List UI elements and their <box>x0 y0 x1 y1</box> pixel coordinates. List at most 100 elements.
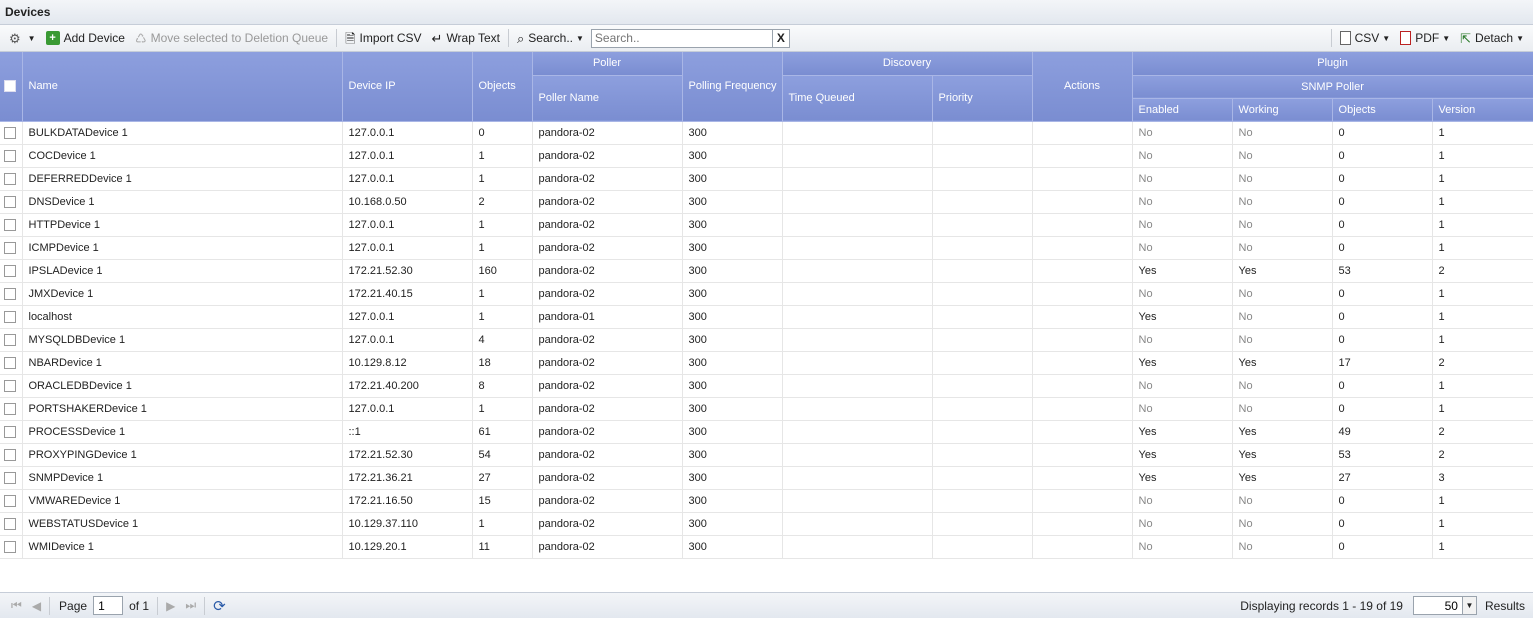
cell-name: DNSDevice 1 <box>22 190 343 214</box>
cell-enabled: No <box>1132 167 1233 191</box>
table-row[interactable]: JMXDevice 1 172.21.40.15 1 pandora-02 300 No N… <box>0 282 1533 306</box>
row-checkbox[interactable] <box>4 448 16 461</box>
page-number-input[interactable] <box>93 596 124 615</box>
row-checkbox[interactable] <box>4 333 16 346</box>
cell-enabled: Yes <box>1132 351 1233 375</box>
row-checkbox[interactable] <box>4 310 16 323</box>
column-header-name[interactable]: Name <box>22 52 343 122</box>
cell-poller-name: pandora-02 <box>532 167 683 191</box>
table-row[interactable]: WMIDevice 1 10.129.20.1 11 pandora-02 300 No N… <box>0 535 1533 559</box>
row-checkbox[interactable] <box>4 379 16 392</box>
column-header-actions[interactable]: Actions <box>1032 52 1133 122</box>
column-header-priority[interactable]: Priority <box>932 75 1033 122</box>
wrap-text-button[interactable]: ↵ Wrap Text <box>427 27 505 49</box>
row-checkbox[interactable] <box>4 287 16 300</box>
cell-plugin-objects: 0 <box>1332 282 1433 306</box>
cell-version: 2 <box>1432 420 1533 444</box>
column-header-plugin-objects[interactable]: Objects <box>1332 98 1433 122</box>
column-header-poller-name[interactable]: Poller Name <box>532 75 683 122</box>
cell-enabled: No <box>1132 213 1233 237</box>
cell-polling-frequency: 300 <box>682 213 783 237</box>
table-row[interactable]: ICMPDevice 1 127.0.0.1 1 pandora-02 300 No No 0… <box>0 236 1533 260</box>
last-page-icon[interactable]: ⏭ <box>180 598 201 613</box>
table-row[interactable]: DNSDevice 1 10.168.0.50 2 pandora-02 300 No No… <box>0 190 1533 214</box>
table-row[interactable]: BULKDATADevice 1 127.0.0.1 0 pandora-02 300 N… <box>0 121 1533 145</box>
table-row[interactable]: MYSQLDBDevice 1 127.0.0.1 4 pandora-02 300 No… <box>0 328 1533 352</box>
cell-poller-name: pandora-02 <box>532 489 683 513</box>
cell-enabled: Yes <box>1132 466 1233 490</box>
chevron-down-icon[interactable]: ▼ <box>1462 596 1477 615</box>
cell-priority <box>932 397 1033 421</box>
table-row[interactable]: VMWAREDevice 1 172.21.16.50 15 pandora-02 30… <box>0 489 1533 513</box>
page-size-input[interactable] <box>1412 596 1463 615</box>
first-page-icon[interactable]: ⏮ <box>6 598 27 613</box>
move-to-deletion-queue-button[interactable]: ♺ Move selected to Deletion Queue <box>130 27 333 49</box>
cell-device-ip: 127.0.0.1 <box>342 213 473 237</box>
column-header-polling-frequency[interactable]: Polling Frequency <box>682 52 783 122</box>
row-checkbox[interactable] <box>4 264 16 277</box>
row-checkbox[interactable] <box>4 356 16 369</box>
cell-actions <box>1032 466 1133 490</box>
refresh-icon[interactable]: ⟳ <box>208 597 231 615</box>
cell-time-queued <box>782 121 933 145</box>
clear-search-button[interactable]: X <box>772 28 790 48</box>
export-pdf-button[interactable]: PDF ▼ <box>1395 27 1455 49</box>
row-checkbox[interactable] <box>4 471 16 484</box>
row-checkbox[interactable] <box>4 172 16 185</box>
table-row[interactable]: HTTPDevice 1 127.0.0.1 1 pandora-02 300 No No 0… <box>0 213 1533 237</box>
column-header-device-ip[interactable]: Device IP <box>342 52 473 122</box>
column-header-version[interactable]: Version <box>1432 98 1533 122</box>
export-csv-button[interactable]: CSV ▼ <box>1335 27 1396 49</box>
cell-actions <box>1032 282 1133 306</box>
previous-page-icon[interactable]: ◀ <box>27 599 46 613</box>
row-checkbox[interactable] <box>4 402 16 415</box>
cell-enabled: No <box>1132 144 1233 168</box>
table-row[interactable]: PROXYPINGDevice 1 172.21.52.30 54 pandora-0… <box>0 443 1533 467</box>
add-device-button[interactable]: + Add Device <box>41 27 130 49</box>
select-all-checkbox[interactable] <box>4 80 16 93</box>
table-row[interactable]: DEFERREDDevice 1 127.0.0.1 1 pandora-02 300 N… <box>0 167 1533 191</box>
page-size-select[interactable]: ▼ <box>1412 596 1477 615</box>
row-checkbox[interactable] <box>4 517 16 530</box>
table-row[interactable]: PROCESSDevice 1::1 61 pandora-02 300 Yes Yes 4… <box>0 420 1533 444</box>
cell-device-ip: 10.129.8.12 <box>342 351 473 375</box>
row-checkbox[interactable] <box>4 218 16 231</box>
cell-version: 1 <box>1432 167 1533 191</box>
search-menu-button[interactable]: ⌕ Search.. ▼ <box>512 27 589 49</box>
row-select-cell <box>0 305 23 329</box>
next-page-icon[interactable]: ▶ <box>161 599 180 613</box>
cell-plugin-objects: 0 <box>1332 236 1433 260</box>
row-checkbox[interactable] <box>4 149 16 162</box>
column-header-time-queued[interactable]: Time Queued <box>782 75 933 122</box>
table-row[interactable]: SNMPDevice 1 172.21.36.21 27 pandora-02 300 Y… <box>0 466 1533 490</box>
column-header-enabled[interactable]: Enabled <box>1132 98 1233 122</box>
row-checkbox[interactable] <box>4 241 16 254</box>
row-checkbox[interactable] <box>4 195 16 208</box>
group-header-plugin: Plugin <box>1132 52 1533 76</box>
search-input[interactable] <box>590 28 773 48</box>
table-row[interactable]: localhost 127.0.0.1 1 pandora-01 300 Yes No 0 1 <box>0 305 1533 329</box>
cell-enabled: Yes <box>1132 305 1233 329</box>
table-row[interactable]: ORACLEDBDevice 1 172.21.40.200 8 pandora-02… <box>0 374 1533 398</box>
row-select-cell <box>0 489 23 513</box>
cell-device-ip: 127.0.0.1 <box>342 167 473 191</box>
table-row[interactable]: WEBSTATUSDevice 1 10.129.37.110 1 pandora-0… <box>0 512 1533 536</box>
table-row[interactable]: IPSLADevice 1 172.21.52.30 160 pandora-02 30… <box>0 259 1533 283</box>
row-checkbox[interactable] <box>4 425 16 438</box>
cell-name: DEFERREDDevice 1 <box>22 167 343 191</box>
paging-info: Displaying records 1 - 19 of 19 ▼ Result… <box>1240 596 1525 615</box>
table-row[interactable]: COCDevice 1 127.0.0.1 1 pandora-02 300 No No 0 1 <box>0 144 1533 168</box>
detach-button[interactable]: ⇱ Detach ▼ <box>1455 27 1529 49</box>
table-row[interactable]: PORTSHAKERDevice 1 127.0.0.1 1 pandora-02 30… <box>0 397 1533 421</box>
import-csv-button[interactable]: 🗎 Import CSV <box>340 27 426 49</box>
row-checkbox[interactable] <box>4 494 16 507</box>
search-icon: ⌕ <box>517 30 525 46</box>
table-row[interactable]: NBARDevice 1 10.129.8.12 18 pandora-02 300 Ye… <box>0 351 1533 375</box>
cell-name: ORACLEDBDevice 1 <box>22 374 343 398</box>
cell-priority <box>932 374 1033 398</box>
row-checkbox[interactable] <box>4 126 16 139</box>
column-header-objects[interactable]: Objects <box>472 52 533 122</box>
row-checkbox[interactable] <box>4 540 16 553</box>
column-header-working[interactable]: Working <box>1232 98 1333 122</box>
settings-menu-button[interactable]: ⚙ ▼ <box>4 27 41 49</box>
